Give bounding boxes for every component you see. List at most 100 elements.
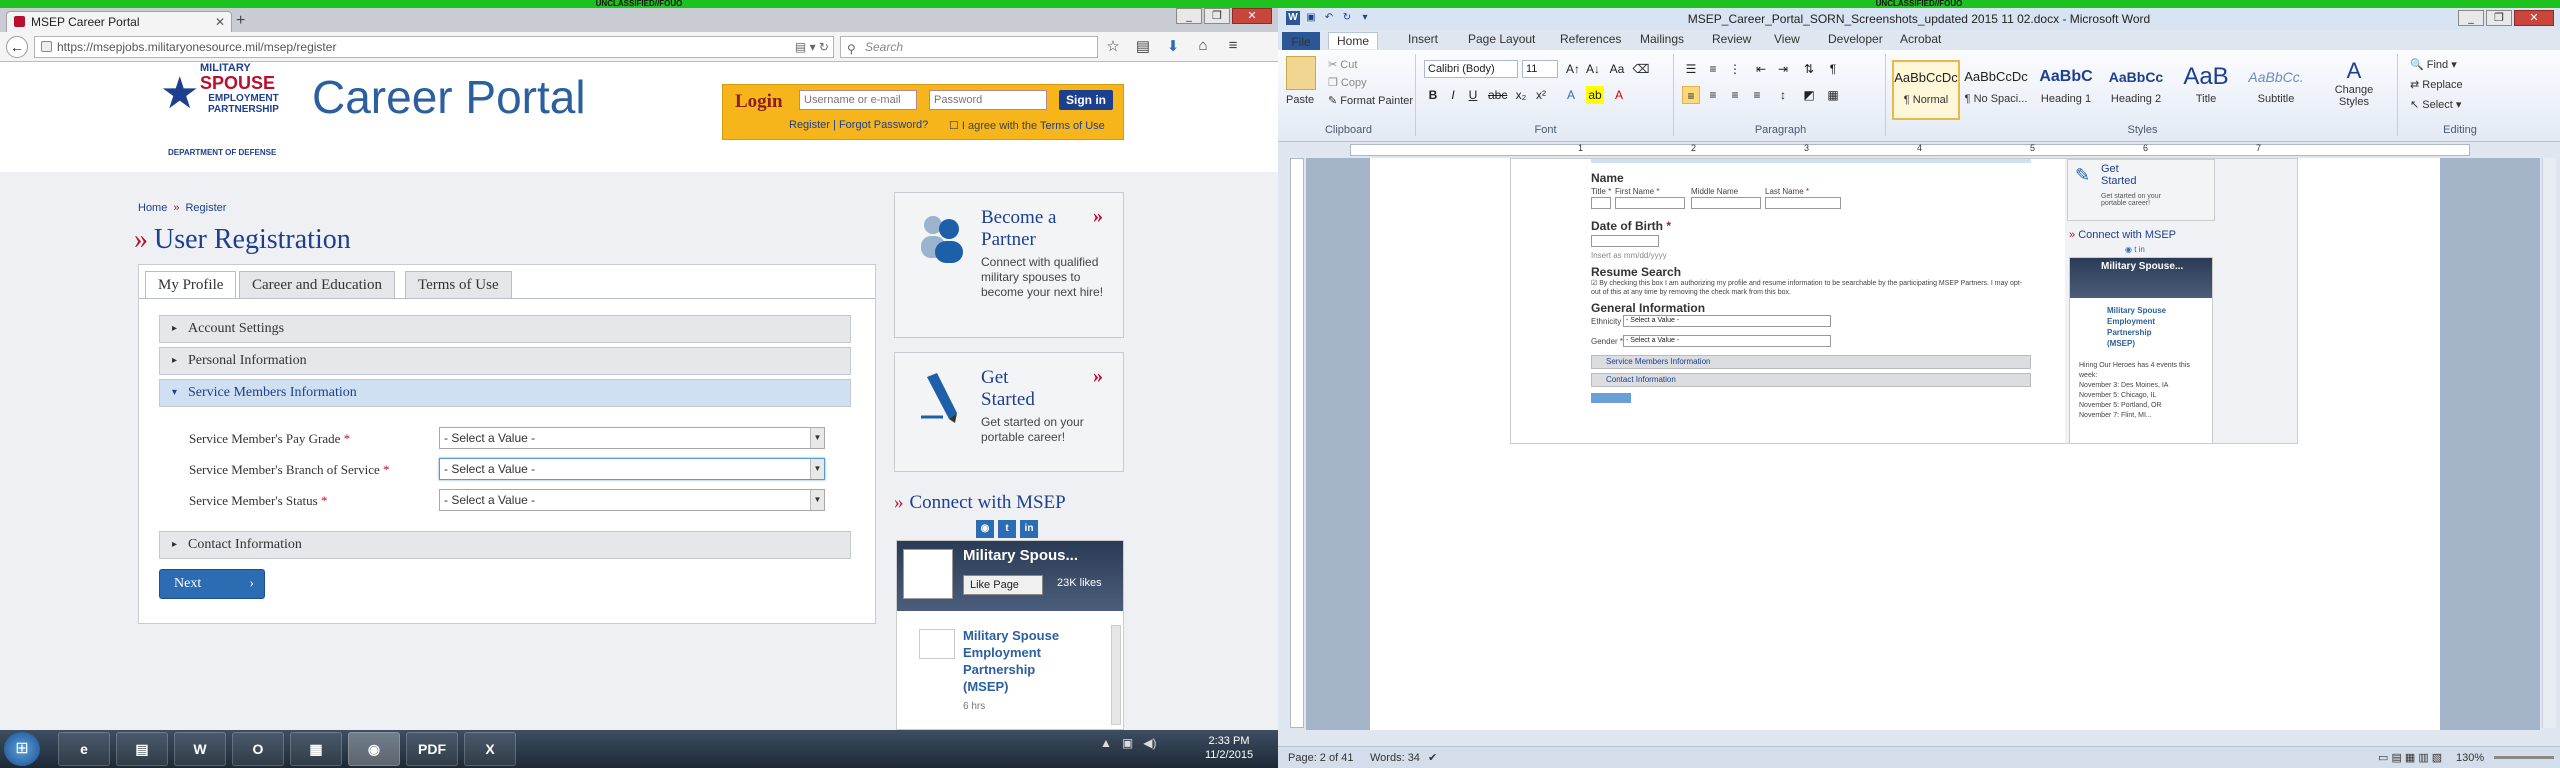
taskbar-ie[interactable]: e (58, 732, 110, 766)
minimize-icon[interactable]: _ (1176, 8, 1202, 24)
bold-icon[interactable]: B (1424, 86, 1442, 104)
bookmarks-list-icon[interactable]: ▤ (1134, 37, 1152, 55)
browser-tab[interactable]: MSEP Career Portal ✕ (6, 11, 232, 32)
text-effects-icon[interactable]: A (1562, 86, 1580, 104)
agree-terms-checkbox[interactable]: ☐ I agree with the Terms of Use (949, 119, 1105, 132)
sort-icon[interactable]: ⇅ (1800, 60, 1818, 78)
bookmark-star-icon[interactable]: ☆ (1104, 37, 1122, 55)
twitter-icon[interactable]: t (998, 520, 1016, 538)
italic-icon[interactable]: I (1444, 86, 1462, 104)
style-subtitle[interactable]: AaBbCc. Subtitle (2242, 60, 2310, 120)
tab-developer[interactable]: Developer (1828, 32, 1883, 46)
shrink-font-icon[interactable]: A↓ (1584, 60, 1602, 78)
close-window-icon[interactable]: ✕ (2514, 10, 2554, 26)
replace-button[interactable]: ⇄ Replace (2410, 78, 2463, 91)
find-button[interactable]: 🔍 Find ▾ (2410, 58, 2457, 71)
tab-review[interactable]: Review (1712, 32, 1751, 46)
post-title[interactable]: Military Spouse Employment Partnership (… (963, 627, 1083, 695)
branch-of-service-select[interactable]: - Select a Value - ▼ (439, 458, 825, 480)
forgot-password-link[interactable]: Forgot Password? (839, 119, 928, 131)
menu-icon[interactable]: ≡ (1224, 37, 1242, 55)
tab-mailings[interactable]: Mailings (1640, 32, 1684, 46)
grow-font-icon[interactable]: A↑ (1564, 60, 1582, 78)
fb-page-name[interactable]: Military Spous... (963, 547, 1078, 564)
numbering-icon[interactable]: ≡ (1704, 60, 1722, 78)
reload-icon[interactable]: ▤ ▾ ↻ (795, 37, 829, 57)
font-size-select[interactable]: 11 (1522, 60, 1558, 78)
tab-insert[interactable]: Insert (1408, 32, 1438, 46)
align-right-icon[interactable]: ≡ (1726, 86, 1744, 104)
taskbar-firefox[interactable]: ◉ (348, 732, 400, 766)
strikethrough-icon[interactable]: abc (1488, 86, 1507, 104)
tab-page-layout[interactable]: Page Layout (1468, 32, 1535, 46)
align-center-icon[interactable]: ≡ (1704, 86, 1722, 104)
proofing-icon[interactable]: ✔ (1428, 747, 1437, 768)
format-painter-button[interactable]: ✎ Format Painter (1328, 94, 1413, 107)
tab-acrobat[interactable]: Acrobat (1900, 32, 1941, 46)
style-no-spacing[interactable]: AaBbCcDc ¶ No Spaci... (1962, 60, 2030, 120)
word-app-icon[interactable]: W (1286, 11, 1300, 25)
accordion-account-settings[interactable]: ▸ Account Settings (159, 315, 851, 343)
highlight-icon[interactable]: ab (1586, 86, 1604, 104)
become-partner-promo[interactable]: Become a Partner » Connect with qualified… (894, 192, 1124, 338)
taskbar-word[interactable]: W (174, 732, 226, 766)
username-input[interactable] (799, 90, 917, 110)
word-count[interactable]: Words: 34 (1370, 747, 1420, 768)
change-styles-button[interactable]: A Change Styles (2328, 58, 2380, 108)
vertical-ruler[interactable] (1290, 158, 1304, 728)
document-page[interactable]: Name Title * First Name * Middle Name La… (1370, 158, 2440, 730)
minimize-icon[interactable]: _ (2458, 10, 2484, 26)
redo-icon[interactable]: ↻ (1340, 11, 1354, 25)
restore-icon[interactable]: ❐ (2486, 10, 2512, 26)
line-spacing-icon[interactable]: ↕ (1774, 86, 1792, 104)
clock[interactable]: 2:33 PM 11/2/2015 (1202, 734, 1256, 762)
tab-view[interactable]: View (1774, 32, 1800, 46)
taskbar-outlook[interactable]: O (232, 732, 284, 766)
fb-scrollbar[interactable] (1111, 625, 1121, 725)
rss-icon[interactable]: ◉ (976, 520, 994, 538)
copy-button[interactable]: ❐ Copy (1328, 76, 1367, 89)
tab-terms-of-use[interactable]: Terms of Use (405, 271, 512, 299)
back-icon[interactable]: ← (6, 36, 28, 58)
network-icon[interactable]: ▣ (1122, 736, 1133, 750)
borders-icon[interactable]: ▦ (1824, 86, 1842, 104)
decrease-indent-icon[interactable]: ⇤ (1752, 60, 1770, 78)
customize-qat-icon[interactable]: ▾ (1358, 11, 1372, 25)
taskbar-acrobat[interactable]: PDF (406, 732, 458, 766)
style-heading-2[interactable]: AaBbCc Heading 2 (2102, 60, 2170, 120)
page-count[interactable]: Page: 2 of 41 (1288, 747, 1353, 768)
tab-my-profile[interactable]: My Profile (145, 271, 237, 299)
tray-expand-icon[interactable]: ▲ (1100, 736, 1112, 750)
undo-icon[interactable]: ↶ (1322, 11, 1336, 25)
show-formatting-icon[interactable]: ¶ (1824, 60, 1842, 78)
style-heading-1[interactable]: AaBbC Heading 1 (2032, 60, 2100, 120)
maximize-icon[interactable]: ❐ (1204, 8, 1230, 24)
linkedin-icon[interactable]: in (1020, 520, 1038, 538)
tab-home[interactable]: Home (1328, 32, 1379, 49)
close-tab-icon[interactable]: ✕ (215, 12, 225, 32)
zoom-level[interactable]: 130% (2456, 747, 2484, 768)
select-button[interactable]: ↖ Select ▾ (2410, 98, 2461, 111)
justify-icon[interactable]: ≡ (1748, 86, 1766, 104)
pay-grade-select[interactable]: - Select a Value - ▼ (439, 427, 825, 449)
vertical-scrollbar[interactable] (2542, 158, 2556, 728)
register-link[interactable]: Register (789, 119, 830, 131)
cut-button[interactable]: ✂ Cut (1328, 58, 1357, 71)
taskbar-app5[interactable]: ▦ (290, 732, 342, 766)
breadcrumb-home[interactable]: Home (138, 202, 167, 214)
close-window-icon[interactable]: ✕ (1232, 8, 1272, 24)
tab-file[interactable]: File (1282, 32, 1320, 52)
superscript-icon[interactable]: x² (1532, 86, 1550, 104)
subscript-icon[interactable]: x₂ (1512, 86, 1530, 104)
get-started-promo[interactable]: Get Started » Get started on your portabl… (894, 352, 1124, 472)
style-normal[interactable]: AaBbCcDc ¶ Normal (1892, 60, 1960, 120)
align-left-icon[interactable]: ≡ (1682, 86, 1700, 104)
clear-formatting-icon[interactable]: ⌫ (1632, 60, 1650, 78)
accordion-contact-information[interactable]: ▸ Contact Information (159, 531, 851, 559)
search-input[interactable]: ⚲ Search (840, 36, 1098, 58)
terms-link[interactable]: Terms of Use (1040, 120, 1105, 132)
password-input[interactable] (929, 90, 1047, 110)
taskbar-explorer[interactable]: ▤ (116, 732, 168, 766)
paste-button[interactable]: Paste (1286, 94, 1314, 106)
download-icon[interactable]: ⬇ (1164, 37, 1182, 55)
